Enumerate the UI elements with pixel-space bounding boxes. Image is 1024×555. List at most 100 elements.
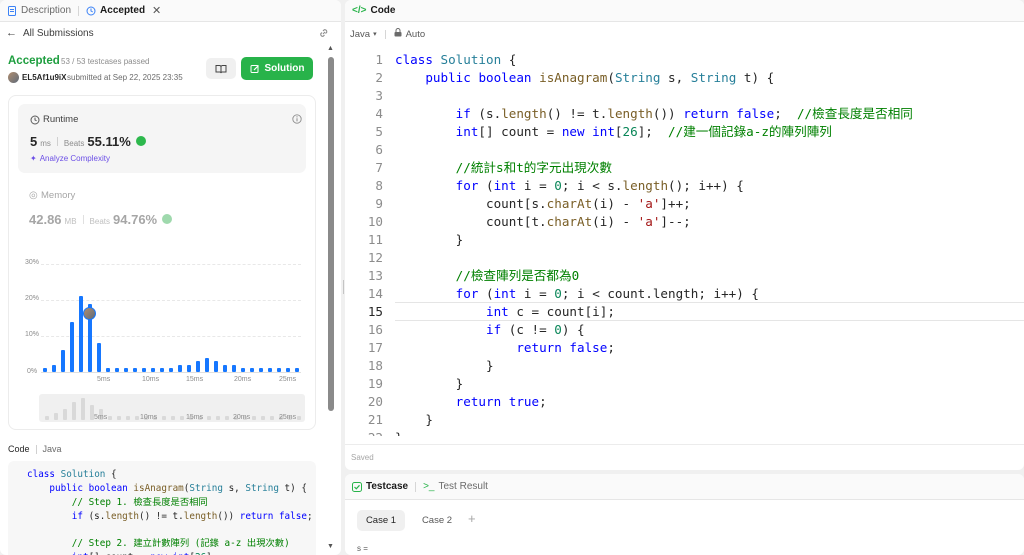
all-submissions-link[interactable]: ← All Submissions [6,27,94,39]
line-number: 20 [367,394,383,409]
line-code: public boolean isAnagram(String s, Strin… [425,70,775,85]
close-icon[interactable]: ✕ [152,4,161,17]
editor-line[interactable]: 12 [345,249,1024,267]
editor-line[interactable]: 20 return true; [345,393,1024,411]
overview-x-tick-label: 15ms [186,414,204,421]
left-tabbar: Description Accepted ✕ [0,0,341,22]
editor-line[interactable]: 6 [345,141,1024,159]
editor-line[interactable]: 9 count[s.charAt(i) - 'a']++; [345,195,1024,213]
analyze-complexity-link[interactable]: ✦ Analyze Complexity [30,154,110,163]
histogram-bar[interactable] [222,364,227,372]
editor-line[interactable]: 15 int c = count[i]; [345,303,1024,321]
editorial-button[interactable] [206,58,236,79]
editor-line[interactable]: 2 public boolean isAnagram(String s, Str… [345,69,1024,87]
editor-line[interactable]: 18 } [345,357,1024,375]
submitter-username[interactable]: EL5Af1u9iX [22,73,66,82]
histogram-bar[interactable] [195,361,200,372]
editor-line[interactable]: 4 if (s.length() != t.length()) return f… [345,105,1024,123]
code-section-label: Code [8,444,30,454]
editor-line[interactable]: 5 int[] count = new int[26]; //建一個記錄a-z的… [345,123,1024,141]
range-overview[interactable] [39,394,305,422]
histogram-bar[interactable] [276,368,281,372]
histogram-bar[interactable] [177,364,182,372]
link-icon[interactable] [318,27,330,39]
editor-line[interactable]: 19 } [345,375,1024,393]
histogram-bar[interactable] [70,321,75,372]
histogram-bar[interactable] [79,296,84,372]
line-number: 5 [375,124,383,139]
overview-bar [260,416,265,420]
histogram-bar[interactable] [285,368,290,372]
editor-line[interactable]: 22} [345,429,1024,436]
scroll-up-icon[interactable]: ▲ [327,45,334,52]
memory-box[interactable]: ◎ Memory 42.86 MB Beats 94.76% [18,188,306,233]
line-number: 21 [367,412,383,427]
histogram-bar[interactable] [115,368,120,372]
histogram-bar[interactable] [52,364,57,372]
editor-line[interactable]: 17 return false; [345,339,1024,357]
histogram-bar[interactable] [204,357,209,372]
case-2-tab[interactable]: Case 2 [415,510,459,531]
editor-line[interactable]: 16 if (c != 0) { [345,321,1024,339]
editor-line[interactable]: 21 } [345,411,1024,429]
histogram-bar[interactable] [186,364,191,372]
tab-description[interactable]: Description [0,0,78,22]
histogram-bar[interactable] [142,368,147,372]
scrollbar-thumb[interactable] [328,57,334,411]
tab-accepted[interactable]: Accepted ✕ [79,0,168,22]
scroll-down-icon[interactable]: ▼ [327,543,334,550]
editor-line[interactable]: 14 for (int i = 0; i < count.length; i++… [345,285,1024,303]
histogram-bar[interactable] [294,368,299,372]
editor-area[interactable]: 1 class Solution {2 public boolean isAnag… [345,50,1024,436]
left-scrollbar[interactable]: ▲ ▼ [327,45,335,553]
histogram-bar[interactable] [213,361,218,372]
editor-line[interactable]: 3 [345,87,1024,105]
runtime-distribution-chart[interactable] [41,264,301,373]
tab-code[interactable]: </> Code [345,0,402,22]
editor-line[interactable]: 13 //檢查陣列是否都為0 [345,267,1024,285]
editor-line[interactable]: 7 //統計s和t的字元出現次數 [345,159,1024,177]
tab-testcase[interactable]: Testcase [345,474,415,500]
code-editor-panel: </> Code Java ▾ Auto 1 class Solution {2 … [345,0,1024,470]
overview-bar [251,416,256,420]
histogram-bar[interactable] [160,368,165,372]
your-submission-marker[interactable] [83,306,97,320]
memory-stats: 42.86 MB Beats 94.76% [29,212,173,227]
chevron-down-icon: ▾ [373,31,377,38]
solution-button[interactable]: Solution [241,57,313,80]
editor-line[interactable]: 8 for (int i = 0; i < s.length(); i++) { [345,177,1024,195]
add-case-button[interactable]: + [468,511,476,526]
divider [35,444,37,454]
editor-line[interactable]: 11 } [345,231,1024,249]
histogram-bar[interactable] [249,368,254,372]
case-1-tab[interactable]: Case 1 [357,510,405,531]
editor-line[interactable]: 10 count[t.charAt(i) - 'a']--; [345,213,1024,231]
case-2-label: Case 2 [421,515,453,526]
overview-bar [54,412,59,420]
histogram-bar[interactable] [133,368,138,372]
histogram-bar[interactable] [258,368,263,372]
y-tick-label: 20% [25,295,40,302]
histogram-bar[interactable] [169,368,173,372]
auto-mode[interactable]: Auto [394,28,425,40]
histogram-bar[interactable] [240,368,245,372]
histogram-bar[interactable] [43,368,48,372]
runtime-box[interactable]: Runtime 5 ms Beats 55.11% ✦ Analyze Comp… [18,104,306,173]
histogram-bar[interactable] [151,368,156,372]
histogram-bar[interactable] [106,368,111,372]
language-select[interactable]: Java ▾ [350,29,377,40]
y-tick-label: 10% [25,331,40,338]
editor-toolbar: Java ▾ Auto [350,28,425,40]
histogram-bar[interactable] [97,343,102,372]
line-number: 2 [375,70,383,85]
histogram-bar[interactable] [231,364,236,372]
histogram-bar[interactable] [267,368,272,372]
y-tick-label: 30% [25,259,40,266]
tab-test-result[interactable]: >_ Test Result [416,474,495,500]
editor-line[interactable]: 1 class Solution { [345,51,1024,69]
histogram-bar[interactable] [61,350,66,372]
code-section-header: Code Java [8,444,62,454]
histogram-bar[interactable] [124,368,129,372]
info-icon[interactable] [292,114,302,124]
line-code: return false; [516,340,615,355]
